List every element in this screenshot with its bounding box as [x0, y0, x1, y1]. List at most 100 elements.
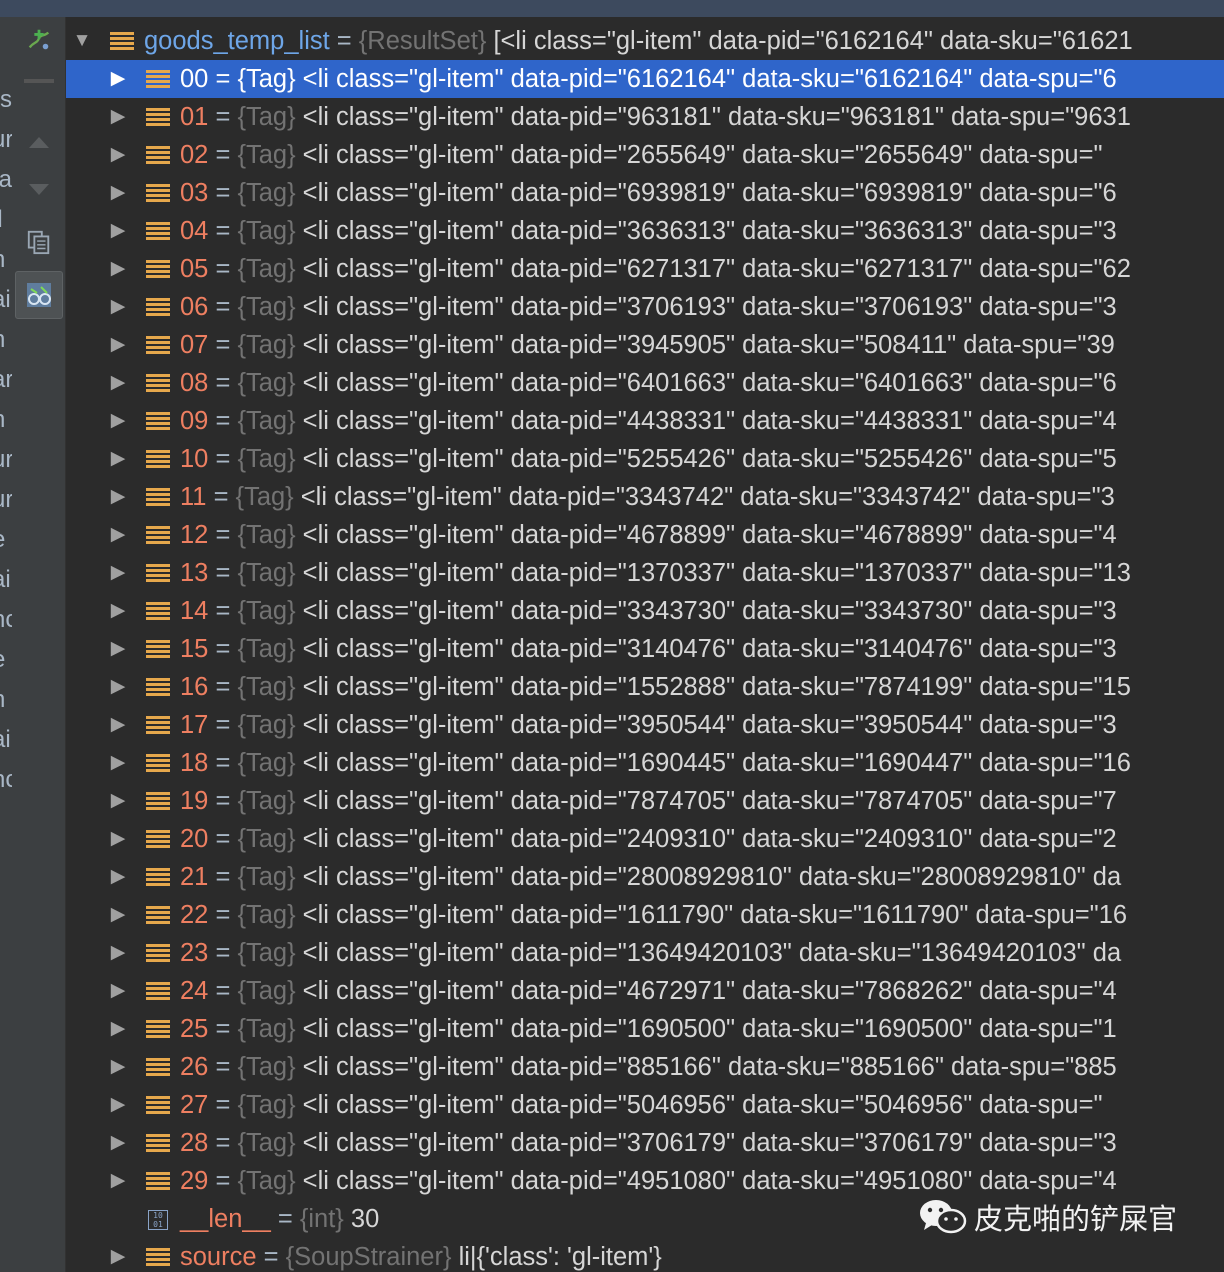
list-item[interactable]: ▶ 16 = {Tag} <li class="gl-item" data-pid… [66, 668, 1224, 706]
list-item[interactable]: ▶ 05 = {Tag} <li class="gl-item" data-pid… [66, 250, 1224, 288]
collapsed-arrow-icon[interactable]: ▶ [106, 820, 130, 858]
variable-type: {Tag} [237, 711, 296, 739]
collapsed-arrow-icon[interactable]: ▶ [106, 782, 130, 820]
collapsed-arrow-icon[interactable]: ▶ [106, 98, 130, 136]
collapsed-arrow-icon[interactable]: ▶ [106, 896, 130, 934]
variable-name: 00 [180, 65, 209, 93]
add-watch-icon[interactable] [26, 27, 52, 53]
list-item[interactable]: ▶ 04 = {Tag} <li class="gl-item" data-pid… [66, 212, 1224, 250]
list-item[interactable]: ▶ 29 = {Tag} <li class="gl-item" data-pid… [66, 1162, 1224, 1200]
collapsed-arrow-icon[interactable]: ▶ [106, 288, 130, 326]
list-item[interactable]: ▶ 21 = {Tag} <li class="gl-item" data-pid… [66, 858, 1224, 896]
variable-type: {Tag} [237, 521, 296, 549]
collapsed-arrow-icon[interactable]: ▶ [106, 136, 130, 174]
collapsed-arrow-icon[interactable]: ▶ [106, 972, 130, 1010]
left-text-fragment: ai [0, 566, 11, 593]
list-icon [146, 70, 170, 89]
list-item[interactable]: ▶ 15 = {Tag} <li class="gl-item" data-pid… [66, 630, 1224, 668]
variable-name: 19 [180, 787, 209, 815]
variable-name: 15 [180, 635, 209, 663]
list-item[interactable]: ▶ 26 = {Tag} <li class="gl-item" data-pid… [66, 1048, 1224, 1086]
list-item[interactable]: ▶ 24 = {Tag} <li class="gl-item" data-pid… [66, 972, 1224, 1010]
collapsed-arrow-icon[interactable]: ▶ [106, 326, 130, 364]
collapsed-arrow-icon[interactable]: ▶ [106, 744, 130, 782]
collapsed-arrow-icon[interactable]: ▶ [106, 706, 130, 744]
collapsed-arrow-icon[interactable]: ▶ [106, 668, 130, 706]
list-item[interactable]: ▶ 20 = {Tag} <li class="gl-item" data-pid… [66, 820, 1224, 858]
list-item[interactable]: ▶ 09 = {Tag} <li class="gl-item" data-pid… [66, 402, 1224, 440]
collapsed-arrow-icon[interactable]: ▶ [106, 1162, 130, 1200]
variable-type: {Tag} [237, 445, 296, 473]
source-row[interactable]: ▶ source = {SoupStrainer} li|{'class': '… [66, 1238, 1224, 1272]
collapsed-arrow-icon[interactable]: ▶ [106, 1010, 130, 1048]
list-item[interactable]: ▶ 06 = {Tag} <li class="gl-item" data-pid… [66, 288, 1224, 326]
variable-type: {Tag} [237, 141, 296, 169]
list-item[interactable]: ▶ 18 = {Tag} <li class="gl-item" data-pid… [66, 744, 1224, 782]
list-item[interactable]: ▶ 23 = {Tag} <li class="gl-item" data-pid… [66, 934, 1224, 972]
list-item[interactable]: ▶ 19 = {Tag} <li class="gl-item" data-pid… [66, 782, 1224, 820]
list-item[interactable]: ▶ 28 = {Tag} <li class="gl-item" data-pid… [66, 1124, 1224, 1162]
list-item[interactable]: ▶ 25 = {Tag} <li class="gl-item" data-pid… [66, 1010, 1224, 1048]
collapsed-arrow-icon[interactable]: ▶ [106, 1086, 130, 1124]
variables-tree: ▼ goods_temp_list = {ResultSet} [<li cla… [66, 17, 1224, 1272]
collapsed-arrow-icon[interactable]: ▶ [106, 858, 130, 896]
variable-name: 28 [180, 1129, 209, 1157]
collapsed-arrow-icon[interactable]: ▶ [106, 440, 130, 478]
list-item[interactable]: ▶ 22 = {Tag} <li class="gl-item" data-pid… [66, 896, 1224, 934]
collapsed-arrow-icon[interactable]: ▶ [106, 934, 130, 972]
list-icon [146, 982, 170, 1001]
variable-type: {Tag} [237, 65, 296, 93]
collapsed-arrow-icon[interactable]: ▶ [106, 250, 130, 288]
variable-name: 08 [180, 369, 209, 397]
variable-value: <li class="gl-item" data-pid="6271317" d… [295, 255, 1131, 283]
copy-icon[interactable] [26, 229, 52, 255]
collapsed-arrow-icon[interactable]: ▶ [106, 1124, 130, 1162]
list-icon [146, 944, 170, 963]
list-item[interactable]: ▶ 17 = {Tag} <li class="gl-item" data-pid… [66, 706, 1224, 744]
list-item[interactable]: ▶ 27 = {Tag} <li class="gl-item" data-pid… [66, 1086, 1224, 1124]
variable-value: <li class="gl-item" data-pid="3636313" d… [295, 217, 1117, 245]
collapsed-arrow-icon[interactable]: ▶ [106, 1048, 130, 1086]
variable-value: <li class="gl-item" data-pid="4678899" d… [295, 521, 1117, 549]
list-icon [146, 906, 170, 925]
collapsed-arrow-icon[interactable]: ▶ [106, 174, 130, 212]
left-text-fragment: e [0, 648, 5, 672]
list-item[interactable]: ▶ 13 = {Tag} <li class="gl-item" data-pid… [66, 554, 1224, 592]
list-icon [146, 1248, 170, 1267]
list-item[interactable]: ▶ 01 = {Tag} <li class="gl-item" data-pid… [66, 98, 1224, 136]
variable-name: 04 [180, 217, 209, 245]
list-item[interactable]: ▶ 08 = {Tag} <li class="gl-item" data-pid… [66, 364, 1224, 402]
glasses-icon[interactable] [15, 271, 63, 319]
variable-value: <li class="gl-item" data-pid="3343742" d… [293, 483, 1115, 511]
collapsed-arrow-icon[interactable]: ▶ [106, 402, 130, 440]
list-icon [146, 1096, 170, 1115]
collapsed-arrow-icon[interactable]: ▶ [106, 630, 130, 668]
collapsed-arrow-icon[interactable]: ▶ [106, 478, 130, 516]
list-icon [146, 792, 170, 811]
collapsed-arrow-icon[interactable]: ▶ [106, 364, 130, 402]
variable-type: {Tag} [235, 483, 294, 511]
tree-root-row[interactable]: ▼ goods_temp_list = {ResultSet} [<li cla… [66, 22, 1224, 60]
list-item[interactable]: ▶ 02 = {Tag} <li class="gl-item" data-pid… [66, 136, 1224, 174]
collapsed-arrow-icon[interactable]: ▶ [106, 1238, 130, 1272]
collapsed-arrow-icon[interactable]: ▶ [106, 516, 130, 554]
collapsed-arrow-icon[interactable]: ▶ [106, 212, 130, 250]
list-item[interactable]: ▶ 14 = {Tag} <li class="gl-item" data-pid… [66, 592, 1224, 630]
arrow-down-icon[interactable] [26, 177, 52, 203]
variable-type: {ResultSet} [358, 27, 487, 55]
collapsed-arrow-icon[interactable]: ▶ [106, 554, 130, 592]
collapsed-arrow-icon[interactable]: ▶ [106, 60, 130, 98]
list-icon [146, 298, 170, 317]
left-text-fragment: n [0, 328, 5, 352]
expanded-arrow-icon[interactable]: ▼ [70, 22, 94, 60]
list-item[interactable]: ▶ 03 = {Tag} <li class="gl-item" data-pid… [66, 174, 1224, 212]
list-item[interactable]: ▶ 12 = {Tag} <li class="gl-item" data-pid… [66, 516, 1224, 554]
collapsed-arrow-icon[interactable]: ▶ [106, 592, 130, 630]
list-item[interactable]: ▶ 00 = {Tag} <li class="gl-item" data-pid… [66, 60, 1224, 98]
list-item[interactable]: ▶ 11 = {Tag} <li class="gl-item" data-pid… [66, 478, 1224, 516]
variable-name: 09 [180, 407, 209, 435]
list-item[interactable]: ▶ 07 = {Tag} <li class="gl-item" data-pid… [66, 326, 1224, 364]
arrow-up-icon[interactable] [26, 129, 52, 155]
debugger-toolstrip [12, 17, 66, 1272]
list-item[interactable]: ▶ 10 = {Tag} <li class="gl-item" data-pid… [66, 440, 1224, 478]
